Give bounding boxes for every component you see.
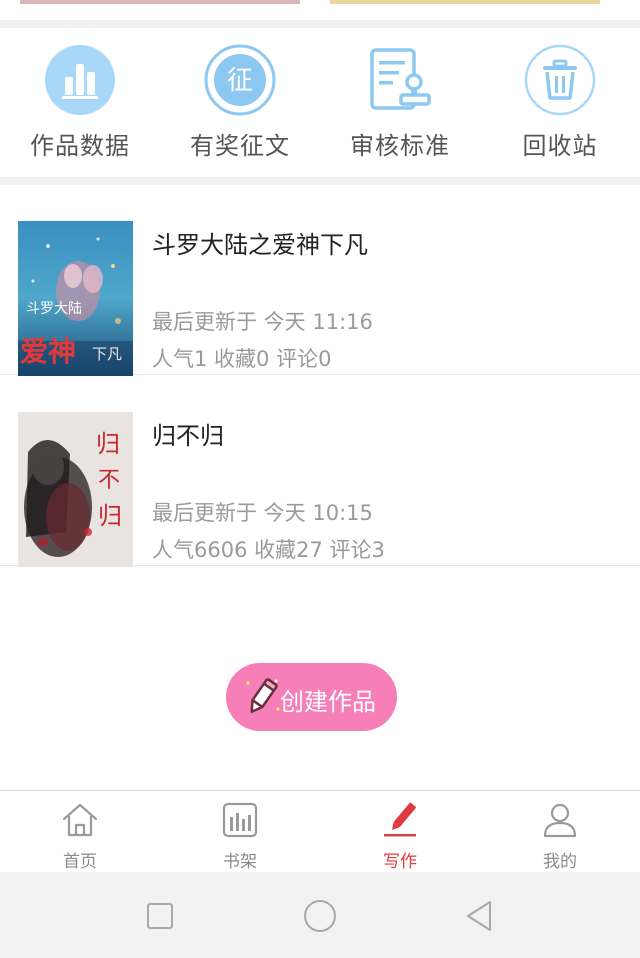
bookshelf-icon (222, 802, 258, 838)
book-cover: 归 不 归 (18, 412, 133, 567)
work-item[interactable]: 归 不 归 归不归 最后更新于 今天 10:15 人气6606 收藏27 评论3 (0, 376, 640, 567)
tab-label: 写作 (383, 852, 417, 872)
contest-glyph: 征 (227, 66, 253, 96)
cover-text: 下凡 (92, 345, 122, 363)
banner-edge-left (20, 0, 300, 4)
pencil-icon (246, 678, 280, 713)
banner-edge-right (330, 0, 600, 4)
square-icon[interactable] (142, 898, 178, 934)
tab-bookshelf[interactable]: 书架 (160, 791, 320, 873)
work-updated: 最后更新于 今天 11:16 (152, 310, 373, 334)
cover-text: 不 (98, 468, 120, 493)
review-standard-icon (370, 48, 431, 110)
tab-home[interactable]: 首页 (0, 791, 160, 873)
back-triangle-icon[interactable] (462, 898, 498, 934)
tab-label: 我的 (543, 852, 577, 872)
tool-review-standard[interactable]: 审核标准 (320, 28, 480, 177)
cover-text: 归 (98, 502, 122, 530)
top-banner-strip (0, 0, 640, 20)
tab-me[interactable]: 我的 (480, 791, 640, 873)
system-nav-bar (0, 872, 640, 958)
work-item[interactable]: 斗罗大陆 爱神 下凡 斗罗大陆之爱神下凡 最后更新于 今天 11:16 人气1 … (0, 185, 640, 376)
write-icon (384, 802, 416, 837)
tool-essay-contest[interactable]: 征 有奖征文 (160, 28, 320, 177)
create-work-label: 创建作品 (280, 688, 376, 716)
work-title: 斗罗大陆之爱神下凡 (152, 231, 368, 259)
cover-text: 爱神 (20, 335, 76, 368)
bottom-tab-bar: 首页 书架 写作 我的 (0, 790, 640, 872)
works-list: 斗罗大陆 爱神 下凡 斗罗大陆之爱神下凡 最后更新于 今天 11:16 人气1 … (0, 185, 640, 790)
cover-text: 斗罗大陆 (26, 301, 82, 317)
tab-label: 首页 (63, 852, 97, 872)
tool-label: 审核标准 (350, 132, 450, 160)
tool-label: 有奖征文 (190, 132, 290, 160)
book-cover: 斗罗大陆 爱神 下凡 (18, 221, 133, 376)
create-work-button[interactable]: 创建作品 (226, 663, 397, 731)
tool-works-data[interactable]: 作品数据 (0, 28, 160, 177)
circle-icon[interactable] (302, 898, 338, 934)
cover-text: 归 (96, 430, 120, 458)
work-title: 归不归 (152, 422, 224, 450)
tool-recycle-bin[interactable]: 回收站 (480, 28, 640, 177)
contest-icon: 征 (204, 44, 276, 116)
work-stats: 人气1 收藏0 评论0 (152, 347, 332, 371)
tool-label: 回收站 (522, 132, 598, 160)
tools-panel: 作品数据 征 有奖征文 审核标准 回收站 (0, 28, 640, 177)
bar-chart-icon (45, 45, 115, 115)
tool-label: 作品数据 (30, 132, 130, 160)
work-updated: 最后更新于 今天 10:15 (152, 501, 373, 525)
tab-label: 书架 (223, 852, 257, 872)
trash-icon (524, 44, 596, 116)
tab-write[interactable]: 写作 (320, 791, 480, 873)
user-icon (543, 803, 577, 838)
home-icon (62, 803, 98, 837)
work-stats: 人气6606 收藏27 评论3 (152, 538, 385, 562)
